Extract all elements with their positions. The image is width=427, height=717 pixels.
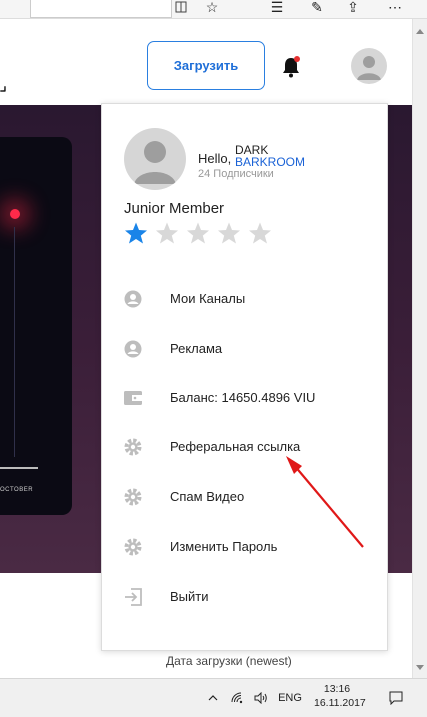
menu-item-balance[interactable]: Баланс: 14650.4896 VIU xyxy=(102,378,389,418)
taskbar-clock[interactable]: 13:16 16.11.2017 xyxy=(314,682,366,710)
scroll-down-icon[interactable] xyxy=(416,665,424,670)
system-taskbar: ENG 13:16 16.11.2017 xyxy=(0,678,427,717)
browser-toolbar: ☆ ☰ ✎ ⇪ ⋯ xyxy=(0,0,427,19)
star-icon xyxy=(187,222,209,244)
star-icon xyxy=(125,222,147,244)
thumbnail-bar xyxy=(0,467,38,469)
menu-item-spam-video[interactable]: Спам Видео xyxy=(102,477,389,517)
subscriber-count: 24 Подписчики xyxy=(198,168,274,180)
username[interactable]: DARK BARKROOM xyxy=(235,144,305,168)
hub-icon[interactable]: ☰ xyxy=(266,0,288,16)
notes-pen-icon[interactable]: ✎ xyxy=(306,0,328,16)
thumbnail-caption: OCTOBER xyxy=(0,487,34,493)
user-avatar[interactable] xyxy=(351,48,387,84)
rating-stars xyxy=(124,221,272,245)
clock-date: 16.11.2017 xyxy=(314,697,366,709)
menu-item-label: Выйти xyxy=(170,589,209,604)
star-icon xyxy=(249,222,271,244)
wifi-icon[interactable] xyxy=(228,679,248,717)
scroll-up-icon[interactable] xyxy=(416,29,424,34)
gear-icon xyxy=(122,486,144,508)
username-line-2: BARKROOM xyxy=(235,155,306,169)
sort-label[interactable]: Дата загрузки (newest) xyxy=(166,654,292,668)
chevron-up-icon[interactable] xyxy=(204,679,222,717)
menu-item-change-password[interactable]: Изменить Пароль xyxy=(102,527,389,567)
gear-icon xyxy=(122,436,144,458)
address-bar[interactable] xyxy=(30,0,172,18)
user-dropdown-menu: Hello, DARK BARKROOM 24 Подписчики Junio… xyxy=(101,103,388,651)
profile-avatar xyxy=(124,128,186,190)
user-icon xyxy=(122,288,144,310)
menu-item-referral-link[interactable]: Реферальная ссылка xyxy=(102,427,389,467)
user-icon xyxy=(122,338,144,360)
thumbnail-line xyxy=(14,227,15,457)
menu-item-logout[interactable]: Выйти xyxy=(102,577,389,617)
star-icon xyxy=(218,222,240,244)
light-dot xyxy=(10,209,20,219)
menu-item-label: Реклама xyxy=(170,341,223,356)
menu-item-label: Реферальная ссылка xyxy=(170,439,301,454)
action-center-icon[interactable] xyxy=(384,679,408,717)
menu-item-my-channels[interactable]: Мои Каналы xyxy=(102,279,389,319)
star-icon xyxy=(156,222,178,244)
more-icon[interactable]: ⋯ xyxy=(384,0,406,16)
menu-item-label: Спам Видео xyxy=(170,489,245,504)
language-indicator[interactable]: ENG xyxy=(276,679,304,717)
menu-item-label: Мои Каналы xyxy=(170,291,246,306)
reading-view-icon[interactable] xyxy=(170,0,192,16)
wallet-icon xyxy=(122,387,144,409)
page-scrollbar[interactable] xyxy=(412,19,427,678)
clock-time: 13:16 xyxy=(323,683,351,695)
gear-icon xyxy=(122,536,144,558)
member-rank: Junior Member xyxy=(124,200,225,217)
menu-item-label: Изменить Пароль xyxy=(170,539,278,554)
menu-item-label: Баланс: 14650.4896 VIU xyxy=(170,390,316,405)
greeting-text: Hello, xyxy=(198,151,232,166)
share-icon[interactable]: ⇪ xyxy=(342,0,364,16)
video-thumbnail[interactable]: OCTOBER xyxy=(0,137,72,515)
menu-item-ads[interactable]: Реклама xyxy=(102,329,389,369)
notification-bell-icon[interactable] xyxy=(280,55,302,79)
favorite-star-icon[interactable]: ☆ xyxy=(201,0,223,16)
volume-icon[interactable] xyxy=(251,679,271,717)
chevron-icon[interactable]: ⌄ xyxy=(0,75,14,101)
logout-icon xyxy=(122,586,144,608)
upload-button[interactable]: Загрузить xyxy=(147,41,265,90)
